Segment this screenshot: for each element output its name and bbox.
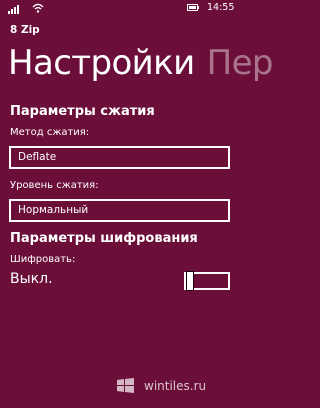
- encrypt-toggle[interactable]: [184, 271, 230, 291]
- status-time: 14:55: [207, 2, 235, 13]
- level-value: Нормальный: [18, 204, 89, 216]
- method-label: Метод сжатия:: [10, 127, 90, 138]
- pivot-item-settings[interactable]: Настройки: [8, 43, 195, 83]
- status-bar: 14:55: [0, 0, 245, 16]
- battery-icon: [187, 4, 199, 11]
- app-title: 8 Zip: [10, 24, 40, 36]
- toggle-thumb[interactable]: [186, 271, 194, 291]
- watermark: wintiles.ru: [144, 379, 207, 393]
- encryption-section-title: Параметры шифрования: [10, 231, 198, 246]
- windows-logo-icon: [117, 378, 134, 393]
- encrypt-label: Шифровать:: [10, 254, 76, 265]
- level-label: Уровень сжатия:: [10, 180, 99, 191]
- pivot-item-next[interactable]: Пер: [207, 43, 274, 83]
- wifi-icon: [32, 3, 44, 13]
- signal-icon: [8, 5, 19, 14]
- method-value: Deflate: [18, 151, 57, 163]
- compression-section-title: Параметры сжатия: [10, 104, 155, 119]
- level-select[interactable]: Нормальный: [9, 199, 230, 222]
- pivot-header: Настройки Пер: [8, 43, 274, 83]
- method-select[interactable]: Deflate: [9, 146, 230, 169]
- encrypt-state: Выкл.: [10, 271, 53, 287]
